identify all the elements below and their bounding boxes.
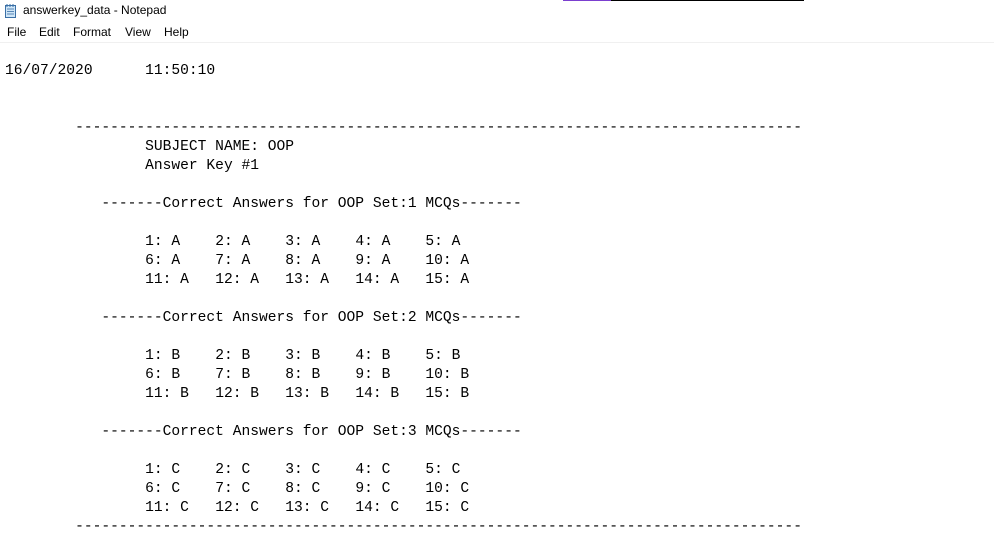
notepad-icon (5, 4, 16, 18)
menu-view[interactable]: View (125, 25, 151, 39)
document-text: 16/07/2020 11:50:10 --------------------… (5, 63, 802, 535)
title-bar[interactable]: answerkey_data - Notepad (0, 0, 994, 23)
text-editor-area[interactable]: 16/07/2020 11:50:10 --------------------… (0, 43, 994, 557)
menu-edit[interactable]: Edit (39, 25, 60, 39)
menu-help[interactable]: Help (164, 25, 189, 39)
window-title: answerkey_data - Notepad (23, 3, 167, 17)
menu-format[interactable]: Format (73, 25, 111, 39)
menu-file[interactable]: File (7, 25, 26, 39)
title-accent-highlight (563, 0, 611, 1)
menu-bar: File Edit Format View Help (0, 23, 994, 43)
notepad-window: answerkey_data - Notepad File Edit Forma… (0, 0, 994, 557)
title-accent-strip (563, 0, 804, 1)
